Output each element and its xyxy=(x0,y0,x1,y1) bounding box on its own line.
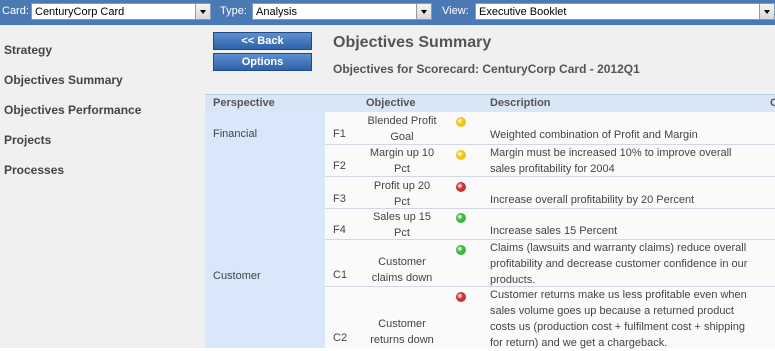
objective-code: F3 xyxy=(333,193,346,205)
status-red-icon xyxy=(456,182,466,192)
view-select[interactable]: Executive Booklet xyxy=(475,3,775,20)
nav-item-objectives-performance[interactable]: Objectives Performance xyxy=(4,103,141,117)
options-button[interactable]: Options xyxy=(213,53,312,71)
status-red-icon xyxy=(456,292,466,302)
status-yellow-icon xyxy=(456,150,466,160)
objective-description: Increase overall profitability by 20 Per… xyxy=(490,194,695,206)
table-row[interactable]: C1 Customer claims down Claims (lawsuits… xyxy=(325,240,775,287)
header-perspective: Perspective xyxy=(213,97,275,109)
objective-description: Margin must be increased 10% to improve … xyxy=(490,147,732,175)
back-button[interactable]: << Back xyxy=(213,32,312,50)
objective-description: Increase sales 15 Percent xyxy=(490,225,618,237)
objective-name[interactable]: Customer claims down xyxy=(365,254,439,286)
perspective-label: Financial xyxy=(213,128,258,140)
header-extra: C xyxy=(770,97,775,109)
perspective-customer: Customer xyxy=(205,240,325,348)
main-panel: << Back Options Objectives Summary Objec… xyxy=(205,25,775,349)
card-label: Card: xyxy=(2,5,29,17)
objective-name[interactable]: Profit up 20 Pct xyxy=(365,178,439,210)
objective-name[interactable]: Blended Profit Goal xyxy=(365,113,439,145)
page-subtitle: Objectives for Scorecard: CenturyCorp Ca… xyxy=(333,62,640,76)
header-description: Description xyxy=(490,97,551,109)
table-header: Perspective Objective Description C xyxy=(205,94,775,112)
status-green-icon xyxy=(456,245,466,255)
header-objective: Objective xyxy=(366,97,416,109)
objective-name[interactable]: Customer returns down xyxy=(365,316,439,348)
nav-item-strategy[interactable]: Strategy xyxy=(4,43,52,57)
view-select-value: Executive Booklet xyxy=(479,6,567,18)
nav-item-objectives-summary[interactable]: Objectives Summary xyxy=(4,73,123,87)
top-toolbar: Card: CenturyCorp Card Type: Analysis Vi… xyxy=(0,0,775,25)
table-row[interactable]: F2 Margin up 10 Pct Margin must be incre… xyxy=(325,145,775,177)
objectives-table: Perspective Objective Description C Fina… xyxy=(205,94,775,349)
perspective-label: Customer xyxy=(213,270,261,282)
objective-code: C2 xyxy=(333,332,348,344)
type-select[interactable]: Analysis xyxy=(252,3,432,20)
type-select-value: Analysis xyxy=(256,6,297,18)
perspective-financial: Financial xyxy=(205,112,325,240)
objective-name[interactable]: Sales up 15 Pct xyxy=(365,209,439,241)
nav-item-projects[interactable]: Projects xyxy=(4,133,51,147)
chevron-down-icon[interactable] xyxy=(416,4,431,19)
view-label: View: xyxy=(442,5,469,17)
table-row[interactable]: F3 Profit up 20 Pct Increase overall pro… xyxy=(325,177,775,209)
page-title: Objectives Summary xyxy=(333,34,492,51)
sidebar-nav: Strategy Objectives Summary Objectives P… xyxy=(0,25,205,348)
objective-name[interactable]: Margin up 10 Pct xyxy=(365,145,439,177)
chevron-down-icon[interactable] xyxy=(759,4,774,19)
card-select[interactable]: CenturyCorp Card xyxy=(31,3,211,20)
objective-description: Claims (lawsuits and warranty claims) re… xyxy=(490,242,748,286)
status-yellow-icon xyxy=(456,117,466,127)
table-row[interactable]: C2 Customer returns down Customer return… xyxy=(325,287,775,349)
type-label: Type: xyxy=(220,5,247,17)
table-row[interactable]: F1 Blended Profit Goal Weighted combinat… xyxy=(325,112,775,145)
objective-description: Weighted combination of Profit and Margi… xyxy=(490,129,698,141)
objective-code: F1 xyxy=(333,128,346,140)
table-row[interactable]: F4 Sales up 15 Pct Increase sales 15 Per… xyxy=(325,209,775,240)
objective-code: C1 xyxy=(333,269,348,281)
objective-code: F2 xyxy=(333,160,346,172)
card-select-value: CenturyCorp Card xyxy=(35,6,125,18)
chevron-down-icon[interactable] xyxy=(195,4,210,19)
status-green-icon xyxy=(456,213,466,223)
objective-description: Customer returns make us less profitable… xyxy=(490,289,747,349)
nav-item-processes[interactable]: Processes xyxy=(4,163,64,177)
objective-code: F4 xyxy=(333,224,346,236)
